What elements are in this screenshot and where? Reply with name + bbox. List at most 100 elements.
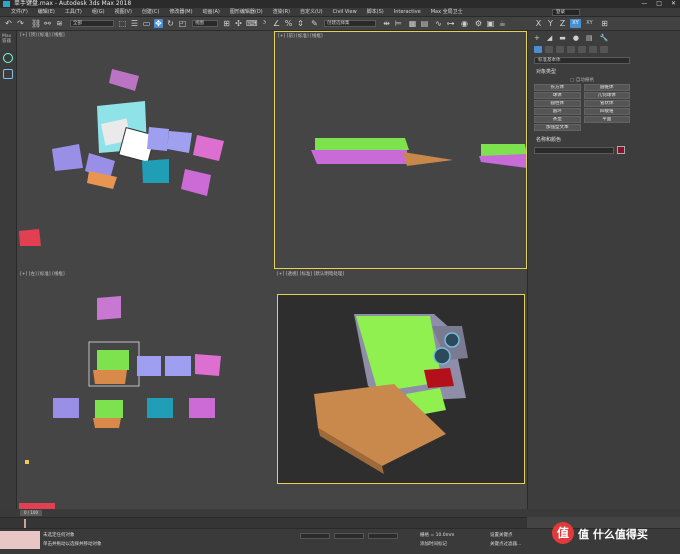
- space-warps-icon[interactable]: [589, 46, 597, 53]
- keyboard-shortcut-icon[interactable]: ⌨: [246, 19, 258, 28]
- shapes-icon[interactable]: [545, 46, 553, 53]
- select-scale-icon[interactable]: ◰: [178, 19, 187, 28]
- object-type-button[interactable]: 加强型文本: [534, 124, 581, 131]
- y-coordinate-field[interactable]: [334, 533, 364, 539]
- layer-explorer-icon[interactable]: ▦: [408, 19, 417, 28]
- snap-toggle-icon[interactable]: ³: [260, 19, 269, 28]
- object-type-button[interactable]: 球体: [534, 92, 581, 99]
- align-icon[interactable]: ⊨: [394, 19, 403, 28]
- systems-icon[interactable]: [600, 46, 608, 53]
- spinner-snap-icon[interactable]: ⇕: [296, 19, 305, 28]
- menu-item[interactable]: 图形编辑器(D): [225, 8, 268, 17]
- menu-item[interactable]: 动画(A): [198, 8, 225, 17]
- reference-coordinate-dropdown[interactable]: 视图: [192, 20, 218, 27]
- close-button[interactable]: ✕: [671, 0, 676, 8]
- percent-snap-icon[interactable]: %: [284, 19, 293, 28]
- z-coordinate-field[interactable]: [368, 533, 398, 539]
- menu-item[interactable]: 视图(V): [110, 8, 137, 17]
- pivot-center-icon[interactable]: ⊞: [222, 19, 231, 28]
- maxscript-listener[interactable]: [0, 531, 40, 549]
- selection-filter-dropdown[interactable]: 全部: [70, 20, 114, 27]
- login-button[interactable]: 登录: [552, 9, 580, 16]
- helpers-icon[interactable]: [578, 46, 586, 53]
- curve-editor-icon[interactable]: ∿: [434, 19, 443, 28]
- object-type-button[interactable]: 平面: [583, 116, 630, 123]
- rectangle-selection-icon[interactable]: ▭: [142, 19, 151, 28]
- select-by-name-icon[interactable]: ☰: [130, 19, 139, 28]
- motion-tab[interactable]: ●: [573, 34, 579, 42]
- menu-item[interactable]: 修改器(M): [164, 8, 197, 17]
- link-icon[interactable]: ⛓: [31, 19, 41, 28]
- category-dropdown[interactable]: 标准基本体: [534, 57, 630, 64]
- constraint-icon[interactable]: ⊞: [600, 19, 609, 28]
- object-type-button[interactable]: 长方体: [534, 84, 581, 91]
- axis-y-button[interactable]: Y: [546, 19, 555, 28]
- select-object-icon[interactable]: ⬚: [118, 19, 127, 28]
- select-rotate-icon[interactable]: ↻: [166, 19, 175, 28]
- lights-icon[interactable]: [556, 46, 564, 53]
- menu-item[interactable]: Max 全局卫士: [426, 8, 468, 17]
- render-setup-icon[interactable]: ⚙: [474, 19, 483, 28]
- viewport-front[interactable]: [+] [前] [标准] [线框]: [274, 31, 527, 269]
- display-tab[interactable]: ▤: [586, 34, 593, 42]
- named-selection-dropdown[interactable]: 创建选择集: [324, 20, 376, 27]
- utilities-tab[interactable]: 🔧: [600, 34, 609, 42]
- menu-item[interactable]: 组(G): [87, 8, 110, 17]
- axis-z-button[interactable]: Z: [558, 19, 567, 28]
- menu-item[interactable]: 渲染(R): [268, 8, 295, 17]
- schematic-view-icon[interactable]: ⊶: [446, 19, 455, 28]
- menu-item[interactable]: 创建(C): [137, 8, 164, 17]
- create-tab[interactable]: +: [534, 34, 540, 42]
- time-slider[interactable]: 0 / 100: [0, 509, 680, 517]
- name-color-header[interactable]: 名称和颜色: [534, 137, 630, 144]
- unlink-icon[interactable]: ⚯: [43, 19, 52, 28]
- geometry-icon[interactable]: [534, 46, 542, 53]
- viewport-top[interactable]: [+] [顶] [标准] [线框]: [17, 31, 273, 269]
- menu-item[interactable]: 文件(F): [6, 8, 33, 17]
- menu-item[interactable]: 自定义(U): [295, 8, 328, 17]
- maximize-button[interactable]: □: [656, 0, 662, 8]
- autogrid-checkbox[interactable]: □ 自动栅格: [534, 77, 630, 83]
- select-manipulate-icon[interactable]: ✣: [234, 19, 243, 28]
- menu-item[interactable]: 工具(T): [60, 8, 87, 17]
- add-time-tag-button[interactable]: 添加时间标记: [420, 541, 447, 547]
- object-type-button[interactable]: 四棱锥: [583, 108, 630, 115]
- rendered-frame-window-icon[interactable]: ▣: [486, 19, 495, 28]
- object-type-header[interactable]: 对象类型: [534, 69, 630, 76]
- time-slider-thumb[interactable]: 0 / 100: [20, 510, 42, 516]
- toggle-ribbon-icon[interactable]: ▤: [420, 19, 429, 28]
- container-icon[interactable]: [3, 53, 13, 63]
- object-type-button[interactable]: 圆柱体: [534, 100, 581, 107]
- object-type-button[interactable]: 管状体: [583, 100, 630, 107]
- mirror-icon[interactable]: ⇹: [382, 19, 391, 28]
- object-type-button[interactable]: 圆锥体: [583, 84, 630, 91]
- axis-xy-button[interactable]: XY: [570, 19, 581, 28]
- menu-item[interactable]: Interactive: [389, 8, 426, 17]
- shield-icon[interactable]: [3, 69, 13, 79]
- menu-item[interactable]: 脚本(S): [362, 8, 389, 17]
- select-move-icon[interactable]: ✥: [154, 19, 163, 28]
- bind-space-warp-icon[interactable]: ≋: [55, 19, 64, 28]
- modify-tab[interactable]: ◢: [547, 34, 552, 42]
- menu-item[interactable]: Civil View: [328, 8, 362, 17]
- key-filters-button[interactable]: 关键点过滤器...: [490, 541, 521, 547]
- undo-icon[interactable]: ↶: [4, 19, 13, 28]
- viewport-perspective[interactable]: [+] [透视] [标准] [默认明暗处理]: [274, 270, 527, 509]
- axis-x-button[interactable]: X: [534, 19, 543, 28]
- edit-named-selection-icon[interactable]: ✎: [310, 19, 319, 28]
- object-type-button[interactable]: 茶壶: [534, 116, 581, 123]
- cameras-icon[interactable]: [567, 46, 575, 53]
- viewport-left[interactable]: [+] [左] [标准] [线框]: [17, 270, 273, 509]
- x-coordinate-field[interactable]: [300, 533, 330, 539]
- object-name-field[interactable]: [534, 147, 614, 154]
- object-type-button[interactable]: 圆环: [534, 108, 581, 115]
- angle-snap-icon[interactable]: ∠: [272, 19, 281, 28]
- minimize-button[interactable]: —: [641, 0, 647, 8]
- track-bar[interactable]: [0, 517, 527, 528]
- hierarchy-tab[interactable]: ▬: [559, 34, 566, 42]
- material-editor-icon[interactable]: ◉: [460, 19, 469, 28]
- render-production-icon[interactable]: ☕: [498, 19, 507, 28]
- object-type-button[interactable]: 几何球体: [583, 92, 630, 99]
- redo-icon[interactable]: ↷: [16, 19, 25, 28]
- menu-item[interactable]: 编辑(E): [33, 8, 60, 17]
